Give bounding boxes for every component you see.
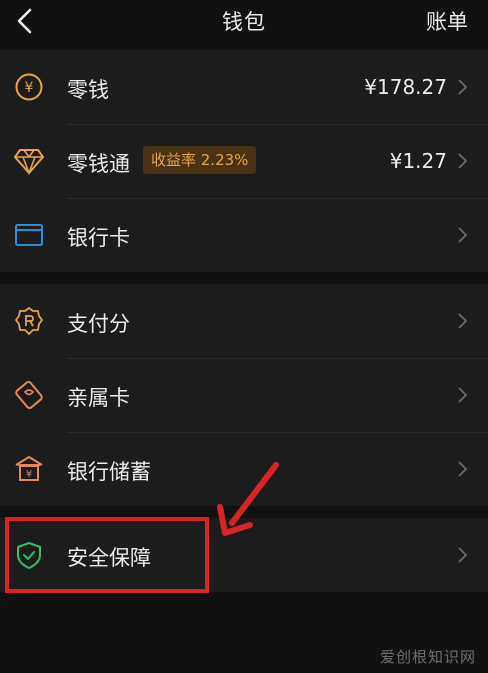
row-label: 零钱通 [67,152,130,176]
row-change[interactable]: ¥ 零钱 ¥178.27 [0,50,488,124]
wallet-page: 钱包 账单 ¥ 零钱 ¥178.27 零钱通 ¥1.27 银行卡 收益率 2.2… [0,0,488,673]
pointer-arrow-icon [217,462,279,536]
chevron-right-icon [458,387,468,403]
row-bank-card[interactable]: 银行卡 [0,198,488,272]
row-label: 支付分 [67,312,130,336]
chevron-right-icon [458,153,468,169]
page-title: 钱包 [222,10,266,34]
row-label: 亲属卡 [67,386,130,410]
svg-text:¥: ¥ [25,80,34,96]
yen-coin-icon: ¥ [15,73,43,101]
balance-value: ¥178.27 [364,75,447,99]
row-label: 零钱 [67,78,109,102]
highlight-box [5,517,209,593]
header-bar: 钱包 账单 [0,0,488,46]
row-label: 银行储蓄 [67,460,151,484]
svg-text:¥: ¥ [26,469,32,480]
bank-card-icon [15,224,43,246]
chevron-right-icon [458,547,468,563]
chevron-right-icon [458,461,468,477]
family-card-icon [15,381,43,409]
watermark-text: 爱创根知识网 [379,648,476,666]
row-family-card[interactable]: 亲属卡 [0,358,488,432]
score-badge-icon [15,307,43,335]
row-payment-score[interactable]: 支付分 [0,284,488,358]
bill-button[interactable]: 账单 [426,6,468,36]
diamond-icon [14,149,44,176]
bank-building-icon: ¥ [15,456,43,481]
lingqiantong-value: ¥1.27 [389,149,447,173]
chevron-right-icon [458,313,468,329]
chevron-right-icon [458,79,468,95]
row-label: 银行卡 [67,226,130,250]
chevron-right-icon [458,227,468,243]
yield-rate-badge: 收益率 2.23% [143,146,257,174]
